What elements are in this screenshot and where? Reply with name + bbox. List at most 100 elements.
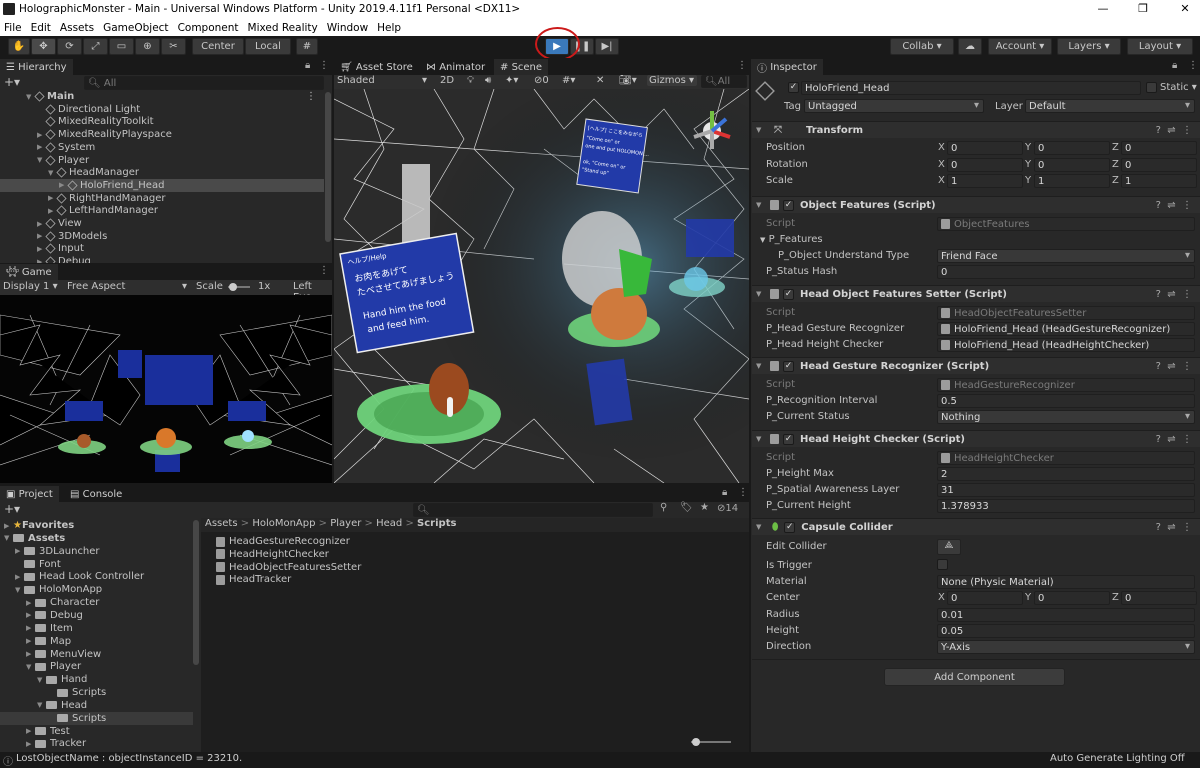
lock-icon[interactable]: 🔒︎ [305,60,310,71]
capsule-collider-enabled[interactable]: ✓ [784,521,796,533]
display-dropdown[interactable]: Display 1 ▾ [3,281,58,292]
light-toggle-icon[interactable]: 💡︎ [467,75,474,86]
tab-console[interactable]: ▤ Console [64,486,128,502]
scene-options-icon[interactable]: ⋮ [306,91,316,102]
project-folder-item[interactable]: ▼ Hand [0,673,193,686]
foldout-arrow-icon[interactable]: ▶ [4,522,13,530]
hierarchy-scrollbar[interactable] [325,92,331,242]
pivot-local-button[interactable]: Local [245,38,291,55]
scale-y-field[interactable]: 1 [1034,174,1110,188]
tab-inspector[interactable]: ⓘ Inspector [751,59,823,75]
tab-hierarchy[interactable]: ☰ Hierarchy [0,59,73,75]
scale-z-field[interactable]: 1 [1121,174,1197,188]
is-trigger-checkbox[interactable] [937,559,948,570]
project-search-input[interactable]: 🔍︎ [413,503,653,517]
hgr-cs-dropdown[interactable]: Nothing [937,410,1195,424]
active-checkbox[interactable]: ✓ [788,82,799,93]
breadcrumb-holomonapp[interactable]: HoloMonApp [252,518,315,529]
menu-help[interactable]: Help [377,22,401,34]
rotation-z-field[interactable]: 0 [1121,158,1197,172]
hierarchy-item[interactable]: Directional Light [0,103,324,116]
project-folder-item[interactable]: ▶ Debug [0,609,193,622]
center-z-field[interactable]: 0 [1121,591,1197,605]
hhc-sal-field[interactable]: 31 [937,483,1195,497]
foldout-arrow-icon[interactable]: ▶ [15,547,24,555]
tab-asset-store[interactable]: 🛒︎ Asset Store [334,59,419,75]
game-view-render[interactable] [0,295,332,483]
scene-search-input[interactable]: 🔍︎ All [701,75,747,88]
menu-component[interactable]: Component [178,22,239,34]
tab-game[interactable]: 👾︎ Game [0,264,58,280]
add-component-button[interactable]: Add Component [884,668,1065,686]
scene-view-render[interactable]: へルプ/Help お肉をあげて たべさせてあげましょう Hand him the… [334,89,749,483]
foldout-arrow-icon[interactable]: ▼ [37,676,46,684]
minimize-icon[interactable]: — [1096,2,1110,15]
project-folder-item[interactable]: ▼ Assets [0,532,193,545]
rotate-tool-icon[interactable]: ⟳ [57,38,82,55]
tab-scene[interactable]: # Scene [494,59,549,75]
object-name-field[interactable]: HoloFriend_Head [801,81,1141,95]
maximize-icon[interactable]: ❐ [1136,2,1150,15]
breadcrumb-player[interactable]: Player [330,518,361,529]
center-y-field[interactable]: 0 [1034,591,1110,605]
hgr-enabled[interactable]: ✓ [783,360,794,372]
hierarchy-item[interactable]: ▶ System [0,141,324,154]
foldout-arrow-icon[interactable]: ▶ [48,207,57,215]
layers-dropdown[interactable]: Layers ▾ [1057,38,1121,55]
tag-dropdown[interactable]: Untagged [804,99,984,113]
scene-menu-icon[interactable]: ⋮ [737,60,747,71]
project-folder-item[interactable]: Scripts [0,686,193,699]
project-tree-scrollbar[interactable] [193,520,199,665]
menu-file[interactable]: File [4,22,22,34]
capsule-collider-header[interactable]: ▼ ⬮ ✓ Capsule Collider? ⇌ ⋮ [752,518,1200,535]
menu-mixed-reality[interactable]: Mixed Reality [248,22,318,34]
step-button[interactable]: ▶| [595,38,619,55]
project-lock-icon[interactable]: 🔒︎ [722,487,727,498]
hofs-header[interactable]: ▼ ✓ Head Object Features Setter (Script)? … [752,285,1200,302]
object-features-enabled[interactable]: ✓ [783,199,794,211]
hierarchy-item[interactable]: MixedRealityToolkit [0,115,324,128]
static-dropdown[interactable]: Static ▾ [1160,82,1197,93]
script-file-item[interactable]: HeadHeightChecker [216,548,329,561]
object-features-header[interactable]: ▼ ✓ Object Features (Script)? ⇌ ⋮ [752,196,1200,213]
material-field[interactable]: None (Physic Material) [937,575,1195,589]
hofs-hc-field[interactable]: HoloFriend_Head (HeadHeightChecker) [937,338,1195,352]
move-tool-icon[interactable]: ✥ [31,38,56,55]
inspector-menu-icon[interactable]: ⋮ [1188,60,1198,71]
project-menu-icon[interactable]: ⋮ [738,487,748,498]
account-dropdown[interactable]: Account ▾ [988,38,1052,55]
hidden-packages-icon[interactable]: ⊘14 [717,503,738,514]
hierarchy-item[interactable]: ▼ Player [0,154,324,167]
project-folder-item[interactable]: ▶ Head Look Controller [0,570,193,583]
game-menu-icon[interactable]: ⋮ [319,265,329,276]
foldout-arrow-icon[interactable]: ▶ [26,624,35,632]
breadcrumb-scripts[interactable]: Scripts [417,518,456,529]
project-create-icon[interactable]: +▾ [4,502,20,516]
audio-toggle-icon[interactable]: 🔊︎ [485,75,491,86]
hhc-ch-field[interactable]: 1.378933 [937,499,1195,513]
foldout-arrow-icon[interactable]: ▼ [37,701,46,709]
menu-assets[interactable]: Assets [60,22,94,34]
foldout-arrow-icon[interactable]: ▼ [4,534,13,542]
tab-project[interactable]: ▣ Project [0,486,59,502]
project-folder-item[interactable]: ▶ Tracker [0,737,193,750]
icon-size-slider-thumb[interactable] [692,738,700,746]
inspector-lock-icon[interactable]: 🔒︎ [1172,60,1177,71]
grid-snap-icon[interactable]: # [296,38,318,55]
effects-dropdown-icon[interactable]: ✦▾ [505,75,518,86]
project-folder-item[interactable]: ▶ Map [0,635,193,648]
radius-field[interactable]: 0.01 [937,608,1195,622]
transform-tool-icon[interactable]: ⊕ [135,38,160,55]
gizmos-dropdown[interactable]: Gizmos ▾ [647,75,697,86]
hhc-header[interactable]: ▼ ✓ Head Height Checker (Script)? ⇌ ⋮ [752,430,1200,447]
shading-dropdown[interactable]: Shaded ▾ [337,75,427,86]
direction-dropdown[interactable]: Y-Axis [937,640,1195,654]
hierarchy-item[interactable]: ▶ HoloFriend_Head [0,178,324,192]
project-folder-item[interactable]: ▼ Player [0,660,193,673]
project-folder-item[interactable]: ▶ ★ Favorites [0,519,193,532]
rect-tool-icon[interactable]: ▭ [109,38,134,55]
filter-label-icon[interactable]: 🏷︎ [680,502,693,513]
foldout-arrow-icon[interactable]: ▶ [37,245,46,253]
project-folder-item[interactable]: ▶ Character [0,596,193,609]
hierarchy-item[interactable]: ▶ Input [0,242,324,255]
